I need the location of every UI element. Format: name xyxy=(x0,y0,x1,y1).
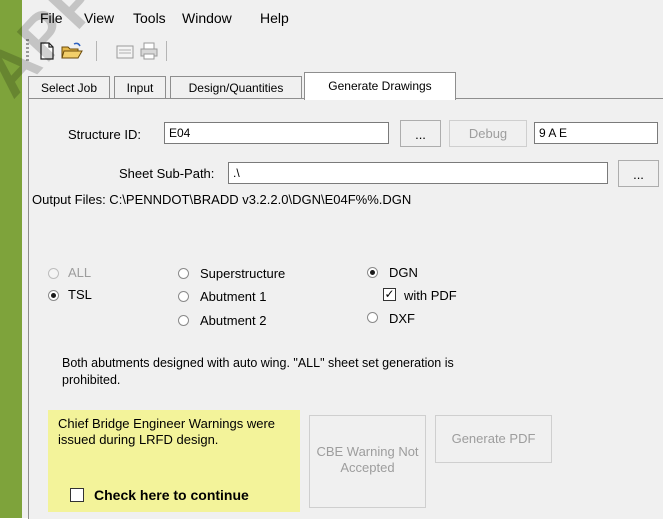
cbe-warning-box: Chief Bridge Engineer Warnings were issu… xyxy=(48,410,300,512)
radio-superstructure-label: Superstructure xyxy=(200,266,286,281)
tab-generate-drawings[interactable]: Generate Drawings xyxy=(304,72,456,100)
radio-dxf-label: DXF xyxy=(389,311,415,326)
radio-dgn[interactable] xyxy=(367,267,378,278)
structure-code-field[interactable]: 9 A E xyxy=(534,122,658,144)
cbe-warning-text: Chief Bridge Engineer Warnings were issu… xyxy=(58,416,276,447)
toolbar-grip-icon[interactable] xyxy=(26,39,29,61)
abutment-message: Both abutments designed with auto wing. … xyxy=(62,356,454,387)
structure-id-label: Structure ID: xyxy=(68,127,141,142)
menu-view[interactable]: View xyxy=(84,10,114,26)
side-strip xyxy=(0,0,22,518)
radio-abutment-1[interactable] xyxy=(178,291,189,302)
continue-checkbox-label: Check here to continue xyxy=(94,487,249,503)
open-folder-icon[interactable] xyxy=(60,41,83,61)
new-file-icon[interactable] xyxy=(36,41,58,61)
menu-window[interactable]: Window xyxy=(182,10,232,26)
tab-select-job[interactable]: Select Job xyxy=(28,76,110,100)
menu-tools[interactable]: Tools xyxy=(133,10,166,26)
tab-design-quantities[interactable]: Design/Quantities xyxy=(170,76,302,100)
radio-abutment-2-label: Abutment 2 xyxy=(200,313,267,328)
menu-file[interactable]: File xyxy=(40,10,63,26)
app-window: File View Tools Window Help Select Job I… xyxy=(22,0,663,519)
radio-tsl[interactable] xyxy=(48,290,59,301)
with-pdf-checkbox[interactable]: ✓ xyxy=(383,288,396,301)
sheet-subpath-label: Sheet Sub-Path: xyxy=(119,166,215,181)
tab-input[interactable]: Input xyxy=(114,76,166,100)
debug-button[interactable]: Debug xyxy=(449,120,527,147)
output-files-path: Output Files: C:\PENNDOT\BRADD v3.2.2.0\… xyxy=(32,192,412,207)
print-preview-icon[interactable] xyxy=(114,41,136,61)
toolbar-separator xyxy=(96,41,97,61)
radio-abutment-2[interactable] xyxy=(178,315,189,326)
sheet-subpath-input[interactable]: .\ xyxy=(228,162,608,184)
radio-dxf[interactable] xyxy=(367,312,378,323)
generate-pdf-button[interactable]: Generate PDF xyxy=(435,415,552,463)
continue-checkbox[interactable] xyxy=(70,488,84,502)
cbe-warning-not-accepted-button[interactable]: CBE Warning Not Accepted xyxy=(309,415,426,508)
radio-tsl-label: TSL xyxy=(68,287,92,302)
radio-dgn-label: DGN xyxy=(389,265,418,280)
print-icon[interactable] xyxy=(138,41,160,61)
toolbar xyxy=(22,36,663,66)
menu-bar: File View Tools Window Help xyxy=(22,0,663,36)
radio-abutment-1-label: Abutment 1 xyxy=(200,289,267,304)
radio-superstructure[interactable] xyxy=(178,268,189,279)
radio-all[interactable] xyxy=(48,268,59,279)
with-pdf-label: with PDF xyxy=(404,288,457,303)
radio-all-label: ALL xyxy=(68,265,92,280)
structure-browse-button[interactable]: ... xyxy=(400,120,441,147)
toolbar-separator xyxy=(166,41,167,61)
menu-help[interactable]: Help xyxy=(260,10,289,26)
structure-id-input[interactable]: E04 xyxy=(164,122,389,144)
sheet-browse-button[interactable]: ... xyxy=(618,160,659,187)
